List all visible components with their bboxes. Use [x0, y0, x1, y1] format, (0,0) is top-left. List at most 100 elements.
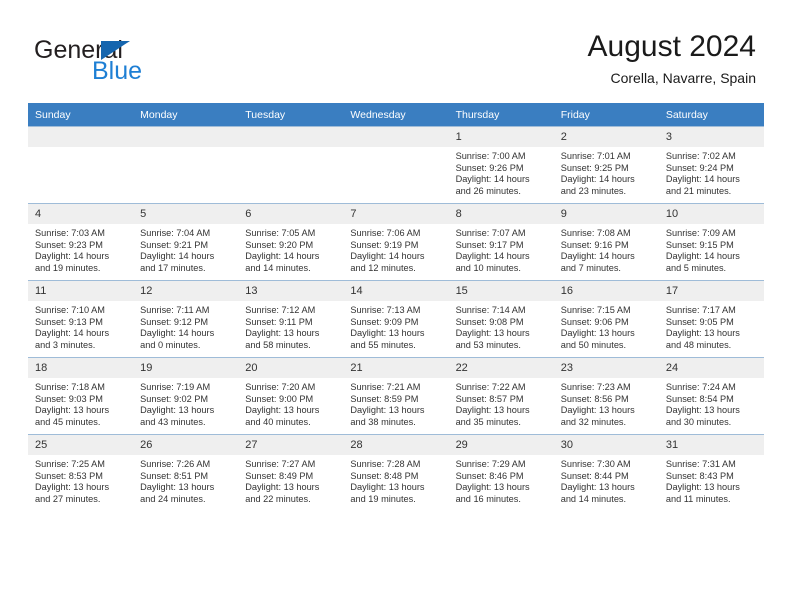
calendar-day-cell[interactable]: 15 Sunrise: 7:14 AM Sunset: 9:08 PM Dayligh… — [448, 280, 554, 358]
daylight-text-line2: and 58 minutes. — [245, 339, 311, 350]
calendar-day-cell[interactable]: 18 Sunrise: 7:18 AM Sunset: 9:03 PM Dayligh… — [28, 357, 134, 435]
day-sun-info: Sunrise: 7:10 AM Sunset: 9:13 PM Daylight:… — [28, 301, 133, 351]
page-header: General Blue August 2024 Corella, Navarr… — [0, 0, 792, 100]
daylight-text-line2: and 5 minutes. — [665, 262, 727, 273]
calendar-day-cell[interactable]: 12 Sunrise: 7:11 AM Sunset: 9:12 PM Dayligh… — [133, 280, 239, 358]
calendar-day-cell[interactable]: 2 Sunrise: 7:01 AM Sunset: 9:25 PM Daylight… — [553, 126, 659, 204]
sunrise-text: Sunrise: 7:03 AM — [35, 228, 105, 238]
daylight-text-line2: and 14 minutes. — [560, 493, 627, 504]
day-number: 16 — [553, 281, 659, 301]
daylight-text-line1: Daylight: 13 hours — [350, 405, 425, 416]
day-number: 24 — [658, 358, 764, 378]
sunrise-text: Sunrise: 7:21 AM — [350, 382, 421, 392]
day-sun-info: Sunrise: 7:25 AM Sunset: 8:53 PM Daylight:… — [28, 455, 133, 505]
calendar-day-cell[interactable]: 13 Sunrise: 7:12 AM Sunset: 9:11 PM Dayligh… — [238, 280, 344, 358]
calendar-day-cell[interactable]: 5 Sunrise: 7:04 AM Sunset: 9:21 PM Daylight… — [133, 203, 239, 281]
daylight-text-line2: and 11 minutes. — [665, 493, 731, 504]
calendar-day-cell[interactable]: 1 Sunrise: 7:00 AM Sunset: 9:26 PM Daylight… — [448, 126, 554, 204]
daylight-text-line1: Daylight: 14 hours — [560, 251, 635, 262]
day-number — [343, 127, 449, 147]
day-sun-info: Sunrise: 7:04 AM Sunset: 9:21 PM Daylight:… — [133, 224, 238, 274]
day-number: 4 — [28, 204, 134, 224]
daylight-text-line1: Daylight: 13 hours — [245, 482, 320, 493]
sunrise-text: Sunrise: 7:26 AM — [140, 459, 211, 469]
sunrise-text: Sunrise: 7:02 AM — [665, 151, 736, 161]
calendar-day-cell[interactable]: 6 Sunrise: 7:05 AM Sunset: 9:20 PM Daylight… — [238, 203, 344, 281]
calendar-week-row: 11 Sunrise: 7:10 AM Sunset: 9:13 PM Dayligh… — [28, 280, 764, 358]
brand-logo[interactable]: General Blue — [34, 36, 264, 88]
daylight-text-line1: Daylight: 14 hours — [35, 251, 110, 262]
calendar-day-cell[interactable]: 31 Sunrise: 7:31 AM Sunset: 8:43 PM Dayligh… — [658, 434, 764, 511]
calendar-day-cell[interactable]: 30 Sunrise: 7:30 AM Sunset: 8:44 PM Dayligh… — [553, 434, 659, 511]
day-number: 17 — [658, 281, 764, 301]
weekday-header-friday: Friday — [553, 103, 659, 127]
calendar-day-cell[interactable]: 10 Sunrise: 7:09 AM Sunset: 9:15 PM Dayligh… — [658, 203, 764, 281]
sunset-text: Sunset: 9:05 PM — [665, 316, 734, 327]
calendar-day-cell[interactable]: 3 Sunrise: 7:02 AM Sunset: 9:24 PM Daylight… — [658, 126, 764, 204]
sunrise-text: Sunrise: 7:27 AM — [245, 459, 316, 469]
day-number: 30 — [553, 435, 659, 455]
daylight-text-line1: Daylight: 14 hours — [245, 251, 320, 262]
calendar-day-cell[interactable]: 27 Sunrise: 7:27 AM Sunset: 8:49 PM Dayligh… — [238, 434, 344, 511]
daylight-text-line1: Daylight: 13 hours — [140, 482, 215, 493]
day-sun-info: Sunrise: 7:11 AM Sunset: 9:12 PM Daylight:… — [133, 301, 238, 351]
day-sun-info: Sunrise: 7:19 AM Sunset: 9:02 PM Daylight:… — [133, 378, 238, 428]
calendar-day-cell[interactable]: 11 Sunrise: 7:10 AM Sunset: 9:13 PM Dayligh… — [28, 280, 134, 358]
calendar-day-cell[interactable]: 28 Sunrise: 7:28 AM Sunset: 8:48 PM Dayligh… — [343, 434, 449, 511]
day-number — [28, 127, 134, 147]
calendar-cell-empty — [133, 126, 239, 204]
sunset-text: Sunset: 9:24 PM — [665, 162, 734, 173]
calendar-day-cell[interactable]: 14 Sunrise: 7:13 AM Sunset: 9:09 PM Dayligh… — [343, 280, 449, 358]
daylight-text-line2: and 26 minutes. — [455, 185, 521, 196]
calendar-day-cell[interactable]: 7 Sunrise: 7:06 AM Sunset: 9:19 PM Daylight… — [343, 203, 449, 281]
day-sun-info: Sunrise: 7:20 AM Sunset: 9:00 PM Daylight:… — [238, 378, 343, 428]
day-number: 28 — [343, 435, 449, 455]
daylight-text-line1: Daylight: 13 hours — [350, 482, 425, 493]
sunset-text: Sunset: 9:12 PM — [140, 316, 209, 327]
sunset-text: Sunset: 9:21 PM — [140, 239, 209, 250]
day-number: 22 — [448, 358, 554, 378]
calendar-day-cell[interactable]: 20 Sunrise: 7:20 AM Sunset: 9:00 PM Dayligh… — [238, 357, 344, 435]
daylight-text-line1: Daylight: 13 hours — [560, 405, 635, 416]
calendar-week-row: 18 Sunrise: 7:18 AM Sunset: 9:03 PM Dayligh… — [28, 357, 764, 435]
day-sun-info: Sunrise: 7:24 AM Sunset: 8:54 PM Daylight:… — [659, 378, 764, 428]
sunrise-text: Sunrise: 7:28 AM — [350, 459, 421, 469]
daylight-text-line2: and 55 minutes. — [350, 339, 416, 350]
calendar-day-cell[interactable]: 4 Sunrise: 7:03 AM Sunset: 9:23 PM Daylight… — [28, 203, 134, 281]
day-sun-info: Sunrise: 7:07 AM Sunset: 9:17 PM Daylight:… — [449, 224, 554, 274]
calendar-day-cell[interactable]: 22 Sunrise: 7:22 AM Sunset: 8:57 PM Dayligh… — [448, 357, 554, 435]
calendar-day-cell[interactable]: 9 Sunrise: 7:08 AM Sunset: 9:16 PM Daylight… — [553, 203, 659, 281]
calendar-day-cell[interactable]: 26 Sunrise: 7:26 AM Sunset: 8:51 PM Dayligh… — [133, 434, 239, 511]
daylight-text-line1: Daylight: 13 hours — [350, 328, 425, 339]
calendar-day-cell[interactable]: 24 Sunrise: 7:24 AM Sunset: 8:54 PM Dayligh… — [658, 357, 764, 435]
sunset-text: Sunset: 8:49 PM — [245, 470, 314, 481]
calendar-day-cell[interactable]: 19 Sunrise: 7:19 AM Sunset: 9:02 PM Dayligh… — [133, 357, 239, 435]
calendar-day-cell[interactable]: 21 Sunrise: 7:21 AM Sunset: 8:59 PM Dayligh… — [343, 357, 449, 435]
sunset-text: Sunset: 8:44 PM — [560, 470, 629, 481]
day-sun-info: Sunrise: 7:14 AM Sunset: 9:08 PM Daylight:… — [449, 301, 554, 351]
calendar-day-cell[interactable]: 16 Sunrise: 7:15 AM Sunset: 9:06 PM Dayligh… — [553, 280, 659, 358]
daylight-text-line2: and 23 minutes. — [560, 185, 627, 196]
day-number: 3 — [658, 127, 764, 147]
sunset-text: Sunset: 9:17 PM — [455, 239, 524, 250]
day-number: 14 — [343, 281, 449, 301]
day-number: 11 — [28, 281, 134, 301]
weekday-header-tuesday: Tuesday — [238, 103, 344, 127]
day-sun-info: Sunrise: 7:00 AM Sunset: 9:26 PM Daylight:… — [449, 147, 554, 197]
daylight-text-line2: and 53 minutes. — [455, 339, 521, 350]
sunset-text: Sunset: 9:23 PM — [35, 239, 103, 250]
calendar-day-cell[interactable]: 25 Sunrise: 7:25 AM Sunset: 8:53 PM Dayligh… — [28, 434, 134, 511]
calendar-table: Sunday Monday Tuesday Wednesday Thursday… — [28, 103, 764, 511]
sunrise-text: Sunrise: 7:30 AM — [560, 459, 631, 469]
day-sun-info: Sunrise: 7:13 AM Sunset: 9:09 PM Daylight:… — [343, 301, 448, 351]
calendar-day-cell[interactable]: 29 Sunrise: 7:29 AM Sunset: 8:46 PM Dayligh… — [448, 434, 554, 511]
calendar-day-cell[interactable]: 23 Sunrise: 7:23 AM Sunset: 8:56 PM Dayligh… — [553, 357, 659, 435]
sunset-text: Sunset: 9:06 PM — [560, 316, 629, 327]
daylight-text-line2: and 38 minutes. — [350, 416, 416, 427]
daylight-text-line2: and 30 minutes. — [665, 416, 732, 427]
day-sun-info: Sunrise: 7:18 AM Sunset: 9:03 PM Daylight:… — [28, 378, 133, 428]
calendar-day-cell[interactable]: 17 Sunrise: 7:17 AM Sunset: 9:05 PM Dayligh… — [658, 280, 764, 358]
calendar-day-cell[interactable]: 8 Sunrise: 7:07 AM Sunset: 9:17 PM Daylight… — [448, 203, 554, 281]
daylight-text-line1: Daylight: 14 hours — [140, 251, 215, 262]
day-sun-info: Sunrise: 7:27 AM Sunset: 8:49 PM Daylight:… — [238, 455, 343, 505]
